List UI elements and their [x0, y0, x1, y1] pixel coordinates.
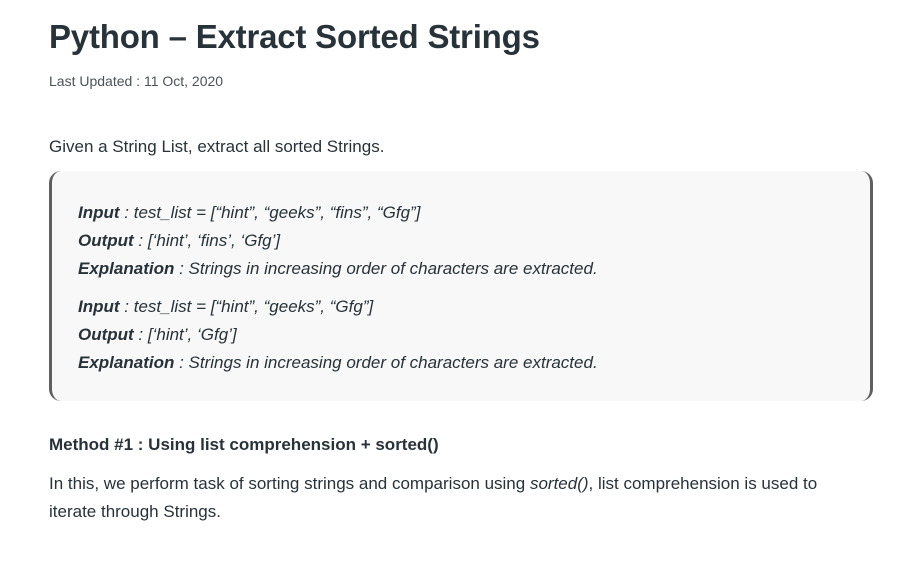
method-description: In this, we perform task of sorting stri… — [49, 470, 849, 526]
example-explanation: Explanation : Strings in increasing orde… — [78, 255, 598, 283]
input-label: Input — [78, 297, 120, 316]
output-value: : [‘hint’, ‘Gfg’] — [133, 325, 237, 344]
explanation-value: : Strings in increasing order of charact… — [174, 353, 598, 372]
inline-code: sorted() — [529, 474, 589, 493]
last-updated-date: 11 Oct, 2020 — [143, 73, 224, 89]
example-explanation: Explanation : Strings in increasing orde… — [78, 349, 598, 377]
input-value: : test_list = [“hint”, “geeks”, “fins”, … — [119, 203, 421, 222]
input-label: Input — [78, 203, 120, 222]
explanation-value: : Strings in increasing order of charact… — [174, 259, 598, 278]
output-label: Output — [78, 231, 134, 250]
intro-paragraph: Given a String List, extract all sorted … — [49, 137, 385, 156]
example-block: Input : test_list = [“hint”, “geeks”, “G… — [78, 293, 598, 377]
example-box: Input : test_list = [“hint”, “geeks”, “f… — [49, 171, 873, 401]
input-value: : test_list = [“hint”, “geeks”, “Gfg”] — [119, 297, 374, 316]
example-input: Input : test_list = [“hint”, “geeks”, “f… — [78, 199, 598, 227]
description-text: In this, we perform task of sorting stri… — [49, 474, 530, 493]
explanation-label: Explanation — [78, 353, 175, 372]
explanation-label: Explanation — [78, 259, 175, 278]
example-input: Input : test_list = [“hint”, “geeks”, “G… — [78, 293, 598, 321]
example-output: Output : [‘hint’, ‘Gfg’] — [78, 321, 598, 349]
method-heading: Method #1 : Using list comprehension + s… — [49, 435, 439, 454]
output-label: Output — [78, 325, 134, 344]
example-block: Input : test_list = [“hint”, “geeks”, “f… — [78, 199, 598, 283]
last-updated-label: Last Updated : — [49, 73, 144, 89]
output-value: : [‘hint’, ‘fins’, ‘Gfg’] — [133, 231, 281, 250]
article-title: Python – Extract Sorted Strings — [49, 18, 540, 55]
example-output: Output : [‘hint’, ‘fins’, ‘Gfg’] — [78, 227, 598, 255]
last-updated: Last Updated : 11 Oct, 2020 — [49, 73, 223, 89]
